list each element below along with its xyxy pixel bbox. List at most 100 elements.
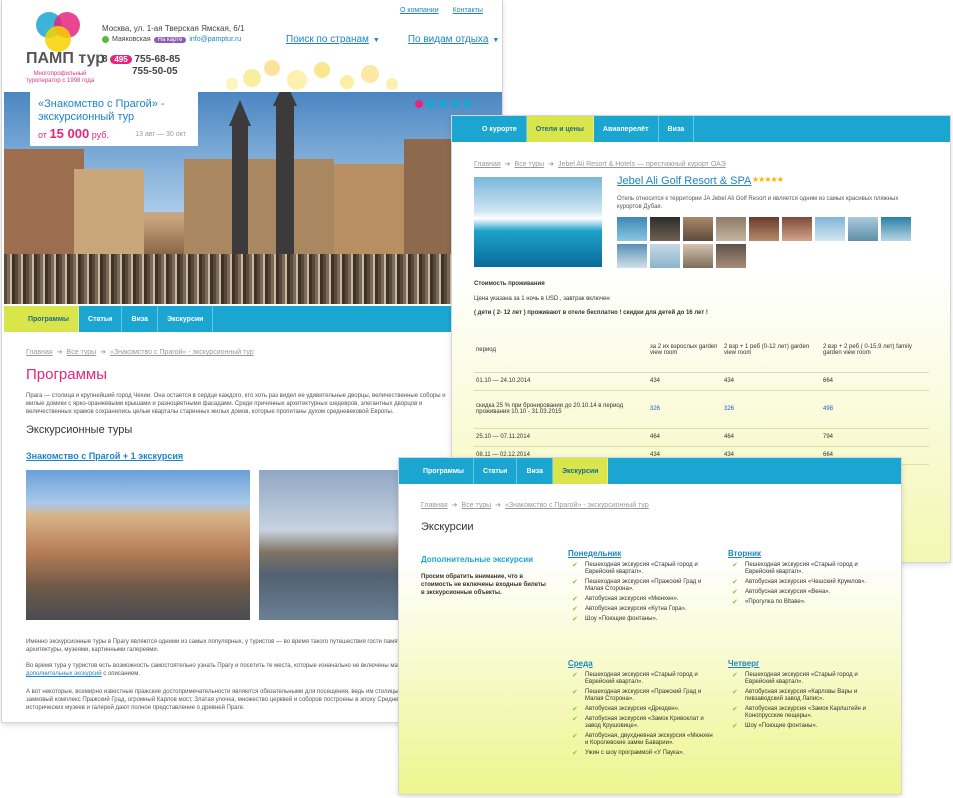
- day-thursday[interactable]: Четверг: [728, 659, 759, 668]
- list-item: Автобусная экскурсия «Кутна Гора».: [572, 606, 717, 613]
- table-row: 25.10 — 07.11.2014 464 464 794: [474, 428, 929, 447]
- list-item: Ужин с шоу программой «У Паука».: [572, 750, 717, 757]
- thumbnail[interactable]: [716, 244, 746, 268]
- table-row: 01.10 — 24.10.2014 434 434 664: [474, 372, 929, 391]
- list-item: Пешеходная экскурсия «Пражский Град и Ма…: [572, 579, 717, 593]
- decorative-hexagons: [226, 60, 398, 90]
- tab-hotels[interactable]: Отели и цены: [526, 116, 594, 142]
- section-nav: Программы Статьи Виза Экскурсии: [399, 458, 901, 484]
- extra-excursions-link[interactable]: дополнительных экскурсий: [26, 671, 102, 677]
- brand-name: ПАМП тур: [26, 50, 106, 67]
- about-link[interactable]: О компании: [400, 7, 439, 14]
- photo-old-town-square[interactable]: [26, 470, 250, 620]
- tab-programs[interactable]: Программы: [399, 458, 475, 484]
- thursday-list: Пешеходная экскурсия «Старый город и Евр…: [732, 672, 877, 733]
- col-header: за 2 их взрослых garden view room: [648, 328, 722, 373]
- top-links: О компании Контакты: [400, 7, 483, 14]
- window-excursions: Программы Статьи Виза Экскурсии Главная ➔…: [399, 458, 901, 794]
- tab-visa[interactable]: Виза: [517, 458, 554, 484]
- day-wednesday[interactable]: Среда: [568, 659, 593, 668]
- thumbnail[interactable]: [650, 244, 680, 268]
- contacts-link[interactable]: Контакты: [453, 7, 483, 14]
- day-monday[interactable]: Понедельник: [568, 549, 621, 558]
- crumb-tours[interactable]: Все туры: [515, 161, 545, 168]
- breadcrumb: Главная ➔ Все туры ➔ «Знакомство с Прагой» -…: [26, 349, 254, 356]
- tab-resort[interactable]: О курорте: [452, 116, 527, 142]
- slider-dot[interactable]: [451, 100, 459, 108]
- slider-dot[interactable]: [415, 100, 423, 108]
- paragraph-1: Именно экскурсионные туры в Прагу являют…: [26, 639, 453, 653]
- page-title: Программы: [26, 366, 108, 383]
- thumbnail[interactable]: [683, 217, 713, 241]
- promo-card[interactable]: «Знакомство с Прагой» - экскурсионный ту…: [30, 92, 198, 146]
- paragraph-2: Во время тура у туристов есть возможност…: [26, 663, 438, 677]
- thumbnail[interactable]: [848, 217, 878, 241]
- breadcrumb: Главная ➔ Все туры ➔ Jebel Ali Resort & Hote…: [474, 161, 726, 168]
- crumb-home[interactable]: Главная: [421, 502, 448, 509]
- wednesday-list: Пешеходная экскурсия «Старый город и Евр…: [572, 672, 717, 760]
- promo-dates: 13 авг — 30 окт: [135, 131, 186, 138]
- chevron-down-icon: ▼: [492, 37, 500, 44]
- metro-icon: [102, 36, 109, 43]
- tour-link[interactable]: Знакомство с Прагой + 1 экскурсия: [26, 451, 183, 461]
- thumbnail[interactable]: [815, 217, 845, 241]
- breadcrumb: Главная ➔ Все туры ➔ «Знакомство с Прагой» -…: [421, 502, 649, 509]
- crumb-tours[interactable]: Все туры: [462, 502, 492, 509]
- thumbnails-row: [617, 244, 746, 268]
- crumb-current[interactable]: Jebel Ali Resort & Hotels — престижный к…: [558, 161, 726, 168]
- slider-dot[interactable]: [427, 100, 435, 108]
- day-tuesday[interactable]: Вторник: [728, 549, 761, 558]
- kids-note: ( дети ( 2- 12 лет ) проживают в отеле б…: [474, 310, 708, 316]
- crumb-home[interactable]: Главная: [474, 161, 501, 168]
- thumbnail[interactable]: [881, 217, 911, 241]
- tuesday-list: Пешеходная экскурсия «Старый город и Евр…: [732, 562, 877, 609]
- price-note: Цена указана за 1 ночь в USD , завтрак в…: [474, 296, 610, 302]
- thumbnails-row: [617, 217, 911, 241]
- section-nav: О курорте Отели и цены Авиаперелёт Виза: [452, 116, 950, 142]
- list-item: Автобусная экскурсия «Замок Карлштейн и …: [732, 706, 877, 720]
- crumb-current[interactable]: «Знакомство с Прагой» - экскурсионный ту…: [110, 349, 254, 356]
- thumbnail[interactable]: [617, 217, 647, 241]
- thumbnail[interactable]: [782, 217, 812, 241]
- section-nav: Программы Статьи Виза Экскурсии: [4, 306, 502, 332]
- crumb-current[interactable]: «Знакомство с Прагой» - экскурсионный ту…: [505, 502, 649, 509]
- thumbnail[interactable]: [716, 217, 746, 241]
- list-item: Шоу «Поющие фонтаны».: [732, 723, 877, 730]
- address: Москва, ул. 1-ая Тверская Ямская, 6/1: [102, 24, 245, 33]
- nav-vacation-types[interactable]: По видам отдыха ▼: [408, 34, 499, 45]
- tab-flights[interactable]: Авиаперелёт: [594, 116, 659, 142]
- thumbnail[interactable]: [683, 244, 713, 268]
- hotel-description: Отель относится к территории JA Jebel Al…: [617, 196, 899, 210]
- list-item: Пешеходная экскурсия «Старый город и Евр…: [572, 562, 717, 576]
- table-row: скидка 25 % при бронировании до 20.10.14…: [474, 390, 929, 429]
- list-item: Пешеходная экскурсия «Старый город и Евр…: [732, 562, 877, 576]
- brand-tagline: Многопрофильный туроператор с 1998 года: [25, 71, 95, 84]
- tab-visa[interactable]: Виза: [122, 306, 159, 332]
- crumb-home[interactable]: Главная: [26, 349, 53, 356]
- intro-text: Прага — столица и крупнейший город Чехии…: [26, 393, 446, 415]
- thumbnail[interactable]: [650, 217, 680, 241]
- list-item: Пешеходная экскурсия «Старый город и Евр…: [572, 672, 717, 686]
- list-item: Пешеходная экскурсия «Пражский Град и Ма…: [572, 689, 717, 703]
- tab-excursions[interactable]: Экскурсии: [553, 458, 609, 484]
- tab-programs[interactable]: Программы: [4, 306, 80, 332]
- tab-visa[interactable]: Виза: [659, 116, 695, 142]
- thumbnail[interactable]: [749, 217, 779, 241]
- list-item: Автобусная, двухдневная экскурсия «Мюнхе…: [572, 733, 717, 747]
- cost-label: Стоимость проживания: [474, 281, 545, 287]
- tab-articles[interactable]: Статьи: [474, 458, 518, 484]
- list-item: Автобусная экскурсия «Чешский Крумлов».: [732, 579, 877, 586]
- thumbnail[interactable]: [617, 244, 647, 268]
- list-item: Пешеходная экскурсия «Старый город и Евр…: [732, 672, 877, 686]
- tab-articles[interactable]: Статьи: [79, 306, 123, 332]
- section-title: Экскурсионные туры: [26, 424, 133, 436]
- slider-dot[interactable]: [439, 100, 447, 108]
- crumb-tours[interactable]: Все туры: [67, 349, 97, 356]
- slider-dots: [415, 100, 471, 108]
- list-item: Автобусная экскурсия «Дрезден».: [572, 706, 717, 713]
- hotel-photo[interactable]: [474, 177, 602, 267]
- paragraph-3: А вот некоторые, всемирно известные праж…: [26, 689, 455, 711]
- hotel-title[interactable]: Jebel Ali Golf Resort & SPA: [617, 175, 751, 187]
- tab-excursions[interactable]: Экскурсии: [158, 306, 214, 332]
- slider-dot[interactable]: [463, 100, 471, 108]
